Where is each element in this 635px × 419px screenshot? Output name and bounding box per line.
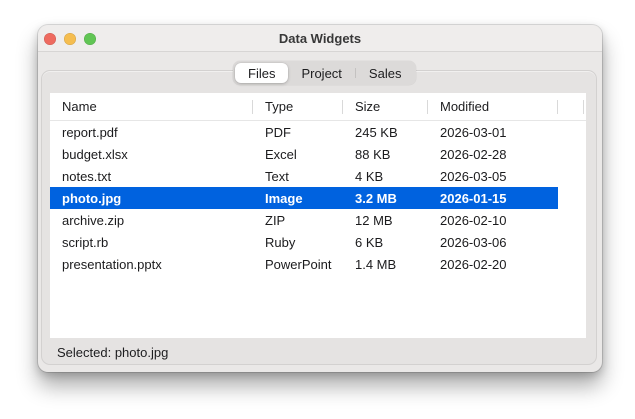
- cell-type: Ruby: [265, 234, 296, 250]
- column-header-filler: [558, 93, 586, 120]
- cell-size: 1.4 MB: [355, 256, 397, 272]
- cell-filler: [558, 187, 586, 209]
- column-header-name[interactable]: Name: [50, 93, 253, 120]
- cell-size: 12 MB: [355, 212, 393, 228]
- cell-type: ZIP: [265, 212, 286, 228]
- cell-modified: 2026-03-06: [440, 234, 507, 250]
- cell-size: 3.2 MB: [343, 187, 428, 209]
- cell-filler: [558, 143, 586, 165]
- column-header-size[interactable]: Size: [343, 93, 428, 120]
- cell-type: PowerPoint: [265, 256, 332, 272]
- cell-modified: 2026-02-20: [440, 256, 507, 272]
- tab-sales[interactable]: Sales: [356, 63, 415, 83]
- cell-modified: 2026-02-28: [440, 146, 507, 162]
- cell-name: report.pdf: [62, 124, 118, 140]
- column-header-type[interactable]: Type: [253, 93, 343, 120]
- cell-name: photo.jpg: [50, 187, 253, 209]
- cell-filler: [558, 231, 586, 253]
- table-row[interactable]: script.rb Ruby 6 KB 2026-03-06: [50, 231, 586, 253]
- cell-modified: 2026-02-10: [440, 212, 507, 228]
- cell-size: 4 KB: [355, 168, 384, 184]
- status-label: Selected: photo.jpg: [57, 344, 169, 360]
- cell-modified: 2026-03-05: [440, 168, 507, 184]
- cell-type: Excel: [265, 146, 297, 162]
- window-title: Data Widgets: [278, 31, 362, 46]
- cell-name: script.rb: [62, 234, 109, 250]
- cell-type: PDF: [265, 124, 291, 140]
- cell-modified: 2026-03-01: [440, 124, 507, 140]
- app-window: Data Widgets Files Project Sales Name Type S…: [38, 25, 602, 372]
- cell-name: archive.zip: [62, 212, 125, 228]
- cell-filler: [558, 253, 586, 275]
- cell-filler: [558, 209, 586, 231]
- cell-name: presentation.pptx: [62, 256, 162, 272]
- table-row[interactable]: report.pdf PDF 245 KB 2026-03-01: [50, 121, 586, 143]
- titlebar[interactable]: Data Widgets: [38, 25, 602, 52]
- cell-filler: [558, 165, 586, 187]
- cell-modified: 2026-01-15: [428, 187, 558, 209]
- cell-size: 88 KB: [355, 146, 391, 162]
- tab-files[interactable]: Files: [235, 63, 289, 83]
- cell-size: 245 KB: [355, 124, 398, 140]
- table-row[interactable]: budget.xlsx Excel 88 KB 2026-02-28: [50, 143, 586, 165]
- table-body: report.pdf PDF 245 KB 2026-03-01 budget.xlsx…: [50, 121, 586, 275]
- column-header-modified[interactable]: Modified: [428, 93, 558, 120]
- table-header: Name Type Size Modified: [50, 93, 586, 121]
- cell-type: Text: [265, 168, 289, 184]
- cell-type: Image: [253, 187, 343, 209]
- cell-size: 6 KB: [355, 234, 384, 250]
- file-table[interactable]: Name Type Size Modified report.pdf PDF 245 KB…: [50, 93, 586, 338]
- table-row[interactable]: presentation.pptx PowerPoint 1.4 MB 2026-02…: [50, 253, 586, 275]
- table-row[interactable]: notes.txt Text 4 KB 2026-03-05: [50, 165, 586, 187]
- cell-name: budget.xlsx: [62, 146, 128, 162]
- table-row[interactable]: photo.jpg Image 3.2 MB 2026-01-15: [50, 187, 586, 209]
- cell-filler: [558, 121, 586, 143]
- table-row[interactable]: archive.zip ZIP 12 MB 2026-02-10: [50, 209, 586, 231]
- cell-name: notes.txt: [62, 168, 112, 184]
- desktop-background: Data Widgets Files Project Sales Name Type S…: [0, 0, 635, 419]
- tab-bar: Files Project Sales: [233, 61, 417, 85]
- tab-project[interactable]: Project: [288, 63, 354, 83]
